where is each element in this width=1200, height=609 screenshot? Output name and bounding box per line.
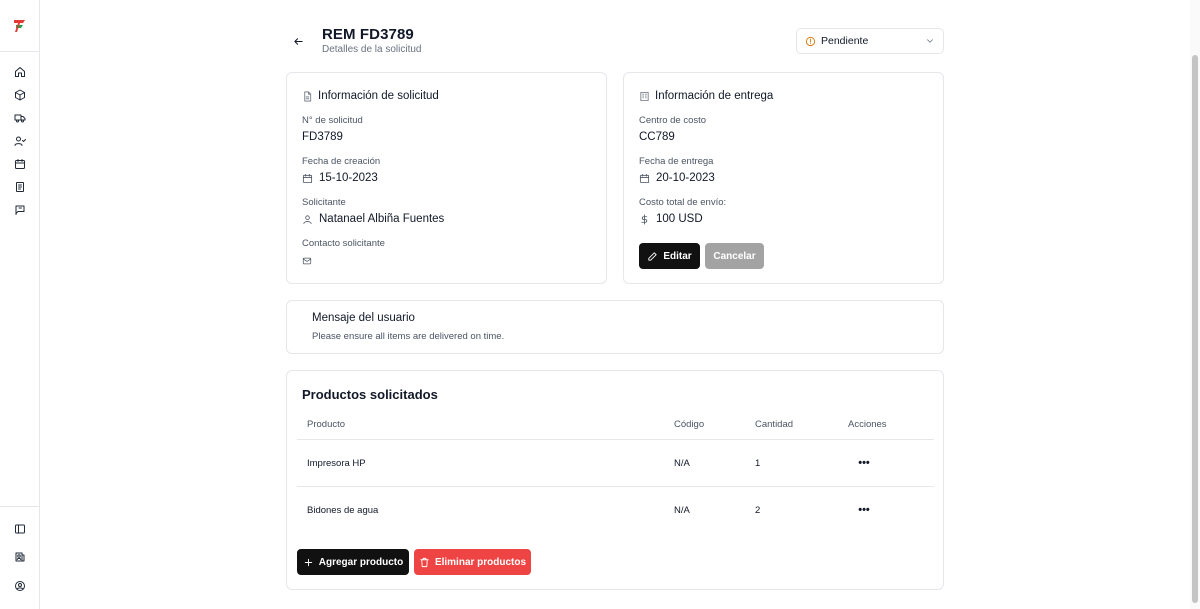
cancel-button[interactable]: Cancelar — [705, 243, 764, 269]
shipping-cost-text: 100 USD — [656, 213, 703, 225]
back-button[interactable] — [290, 33, 306, 49]
created-date-text: 15-10-2023 — [319, 172, 378, 184]
request-number-label: N° de solicitud — [302, 115, 363, 126]
page-title: REM FD3789 — [322, 26, 414, 43]
delivery-date-label: Fecha de entrega — [639, 156, 714, 167]
user-message-title: Mensaje del usuario — [312, 312, 415, 324]
shipping-cost-value: 100 USD — [639, 213, 703, 225]
more-horizontal-icon: ••• — [858, 457, 870, 469]
add-product-button[interactable]: Agregar producto — [297, 549, 409, 575]
edit-button-label: Editar — [663, 250, 692, 262]
requester-label: Solicitante — [302, 197, 346, 208]
book-user-icon[interactable] — [12, 549, 28, 565]
truck-icon[interactable] — [12, 110, 28, 126]
more-horizontal-icon: ••• — [858, 504, 870, 516]
user-message-text: Please ensure all items are delivered on… — [312, 331, 505, 342]
shipping-cost-label: Costo total de envío: — [639, 197, 727, 208]
column-header-quantity: Cantidad — [755, 419, 794, 430]
delivery-date-value: 20-10-2023 — [639, 172, 715, 184]
column-header-product: Producto — [307, 419, 346, 430]
table-divider — [297, 486, 934, 487]
trash-icon — [420, 557, 429, 567]
page-scrollbar[interactable] — [1190, 0, 1200, 609]
building-icon — [640, 91, 649, 101]
sidebar — [0, 0, 40, 609]
product-quantity-cell: 2 — [755, 505, 761, 516]
request-info-title-text: Información de solicitud — [318, 90, 439, 102]
pencil-icon — [648, 251, 657, 261]
product-quantity-cell: 1 — [755, 458, 761, 469]
column-header-code: Código — [674, 419, 705, 430]
sidebar-divider — [0, 51, 40, 52]
delivery-info-title-text: Información de entrega — [655, 90, 774, 102]
message-flag-icon[interactable] — [12, 202, 28, 218]
mail-icon — [302, 253, 313, 265]
row-actions-button[interactable]: ••• — [857, 457, 871, 469]
created-date-label: Fecha de creación — [302, 156, 381, 167]
created-date-value: 15-10-2023 — [302, 172, 378, 184]
product-name-cell: Bidones de agua — [307, 505, 379, 516]
status-select[interactable]: Pendiente — [796, 28, 944, 54]
calendar-icon — [639, 173, 650, 183]
status-value: Pendiente — [821, 35, 869, 47]
arrow-left-icon — [293, 37, 303, 45]
product-code-cell: N/A — [674, 505, 690, 516]
contact-label: Contacto solicitante — [302, 238, 385, 249]
users-icon[interactable] — [12, 133, 28, 149]
user-message-card — [286, 300, 944, 354]
file-text-icon — [304, 91, 312, 101]
product-name-cell: Impresora HP — [307, 458, 366, 469]
scrollbar-thumb[interactable] — [1192, 55, 1198, 603]
products-title: Productos solicitados — [302, 387, 438, 402]
product-code-cell: N/A — [674, 458, 690, 469]
requester-value: Natanael Albiña Fuentes — [302, 213, 444, 225]
delete-products-label: Eliminar productos — [434, 556, 527, 568]
document-icon[interactable] — [12, 179, 28, 195]
page-subtitle: Detalles de la solicitud — [322, 44, 422, 55]
request-info-title: Información de solicitud — [302, 90, 439, 102]
user-icon — [303, 214, 312, 224]
request-number-value: FD3789 — [302, 131, 343, 143]
delete-products-button[interactable]: Eliminar productos — [414, 549, 531, 575]
edit-button[interactable]: Editar — [639, 243, 700, 269]
plus-icon — [304, 558, 312, 566]
cost-center-value: CC789 — [639, 131, 675, 143]
table-divider — [297, 439, 934, 440]
calendar-icon[interactable] — [12, 156, 28, 172]
alert-circle-icon — [805, 36, 816, 47]
cost-center-label: Centro de costo — [639, 115, 707, 126]
app-logo[interactable] — [11, 16, 29, 34]
sidebar-divider — [0, 506, 40, 507]
box-icon[interactable] — [12, 87, 28, 103]
panel-toggle-icon[interactable] — [12, 521, 28, 537]
user-circle-icon[interactable] — [12, 578, 28, 594]
delivery-info-title: Información de entrega — [639, 90, 773, 102]
add-product-label: Agregar producto — [318, 556, 404, 568]
chevron-down-icon — [925, 36, 935, 46]
calendar-icon — [302, 173, 313, 183]
row-actions-button[interactable]: ••• — [857, 504, 871, 516]
delivery-date-text: 20-10-2023 — [656, 172, 715, 184]
home-icon[interactable] — [12, 64, 28, 80]
dollar-icon — [641, 214, 648, 224]
column-header-actions: Acciones — [848, 419, 887, 430]
requester-name: Natanael Albiña Fuentes — [319, 213, 445, 225]
